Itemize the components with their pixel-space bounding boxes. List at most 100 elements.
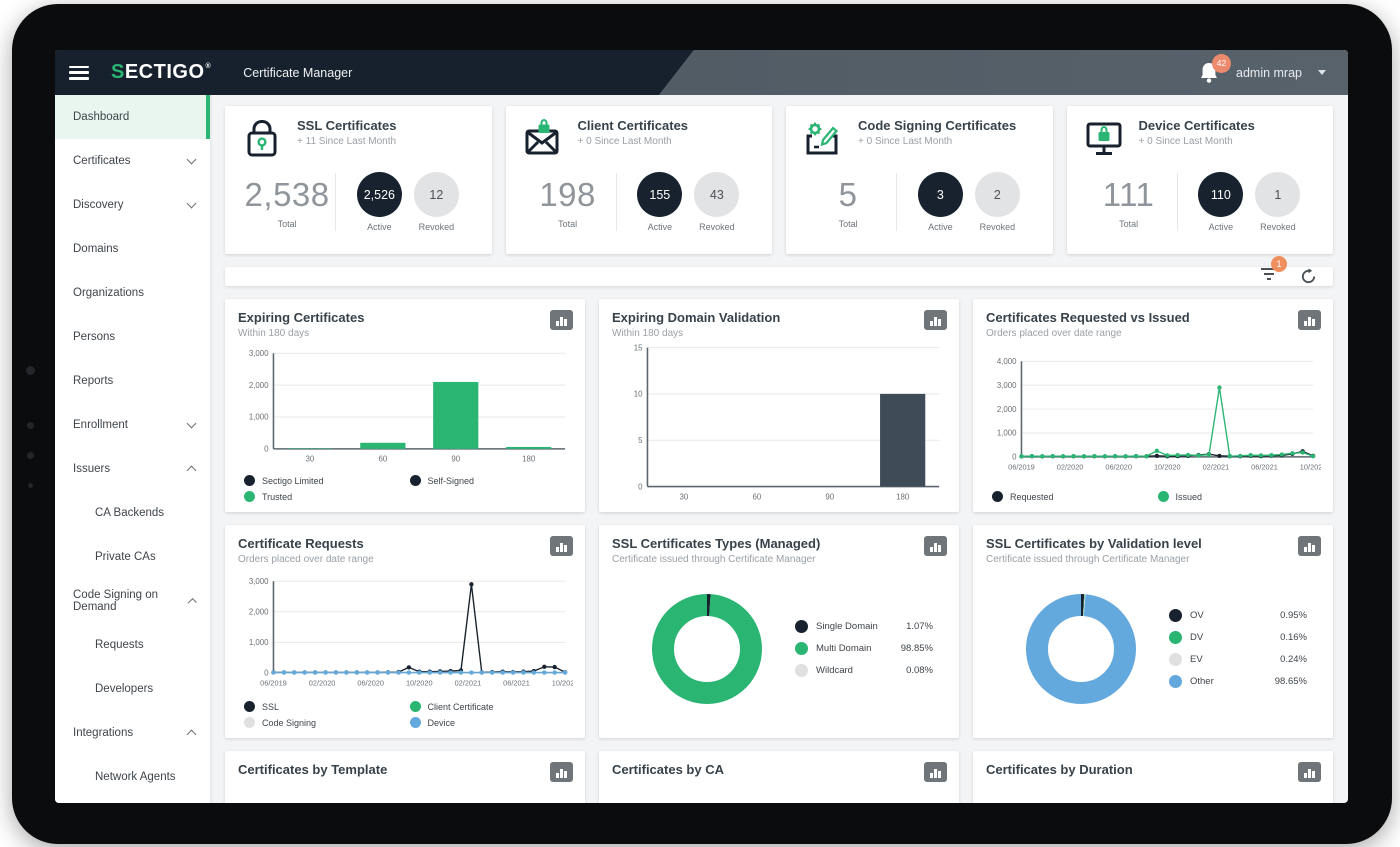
sidebar-item-ca-backends[interactable]: CA Backends: [55, 491, 210, 535]
sidebar-item-label: Discovery: [73, 199, 124, 211]
notifications-button[interactable]: 42: [1198, 53, 1231, 85]
legend-item: Multi Domain 98.85%: [795, 638, 933, 660]
svg-text:15: 15: [634, 343, 643, 352]
sidebar-item-label: Network Agents: [95, 771, 176, 783]
sidebar-item-reports[interactable]: Reports: [55, 359, 210, 403]
chart-card-ssl-types: SSL Certificates Types (Managed) Certifi…: [599, 525, 959, 738]
legend-dot: [244, 701, 255, 712]
sidebar-item-requests[interactable]: Requests: [55, 623, 210, 667]
svg-text:10/2020: 10/2020: [406, 679, 433, 688]
legend-label: Wildcard: [816, 665, 853, 676]
filter-button[interactable]: 1: [1260, 256, 1287, 286]
donut-legend: Single Domain 1.07% Multi Domain 98.85% Wild…: [795, 616, 933, 682]
bar-chart-icon[interactable]: [550, 762, 573, 782]
stat-card-title: Device Certificates: [1138, 118, 1255, 133]
legend-item: Trusted: [244, 491, 404, 502]
user-menu[interactable]: admin mrap: [1236, 66, 1302, 80]
sidebar-item-persons[interactable]: Persons: [55, 315, 210, 359]
chart-title: Certificate Requests: [238, 536, 364, 551]
total-count: 111: [1102, 175, 1155, 213]
chart-subtitle: Certificate issued through Certificate M…: [612, 554, 816, 565]
svg-text:0: 0: [638, 482, 643, 491]
legend-dot: [1169, 631, 1182, 644]
chevron-down-icon[interactable]: [1318, 70, 1326, 75]
sidebar-item-label: Requests: [95, 639, 144, 651]
sidebar-item-network-agents[interactable]: Network Agents: [55, 755, 210, 799]
sidebar-item-developers[interactable]: Developers: [55, 667, 210, 711]
sidebar-item-issuers[interactable]: Issuers: [55, 447, 210, 491]
bar-chart-icon[interactable]: [924, 536, 947, 556]
sidebar-item-label: Domains: [73, 243, 119, 255]
legend-dot: [1169, 675, 1182, 688]
svg-text:60: 60: [752, 492, 761, 501]
sidebar-item-integrations[interactable]: Integrations: [55, 711, 210, 755]
sidebar-item-label: Developers: [95, 683, 154, 695]
stat-card-client-certificates[interactable]: Client Certificates + 0 Since Last Month…: [505, 106, 772, 254]
revoked-label: Revoked: [979, 222, 1016, 232]
stat-card-code-signing-certificates[interactable]: Code Signing Certificates + 0 Since Last…: [786, 106, 1053, 254]
legend-item: Client Certificate: [409, 701, 570, 712]
legend-item: Requested: [992, 491, 1152, 502]
chart-title: SSL Certificates Types (Managed): [612, 536, 821, 551]
legend-dot: [1157, 491, 1169, 502]
bar-chart-icon[interactable]: [1298, 762, 1321, 782]
svg-text:10/2020: 10/2020: [1154, 463, 1181, 472]
active-count-badge: 3: [917, 172, 963, 217]
svg-text:02/2021: 02/2021: [1203, 463, 1230, 472]
chart-legend: Requested Issued: [986, 488, 1321, 504]
legend-item: Code Signing: [244, 717, 404, 728]
legend-item: OV 0.95%: [1169, 605, 1307, 627]
legend-dot: [244, 475, 255, 486]
svg-text:0: 0: [264, 669, 269, 678]
sidebar-item-discovery[interactable]: Discovery: [55, 183, 210, 227]
stat-card-ssl-certificates[interactable]: SSL Certificates + 11 Since Last Month 2…: [225, 106, 492, 254]
svg-text:60: 60: [378, 455, 387, 464]
refresh-button[interactable]: [1300, 268, 1317, 285]
bar-chart-icon[interactable]: [1298, 310, 1321, 330]
sidebar-item-dashboard[interactable]: Dashboard: [55, 95, 210, 139]
svg-text:06/2019: 06/2019: [260, 679, 287, 688]
total-label: Total: [558, 218, 578, 229]
active-label: Active: [367, 222, 392, 232]
active-label: Active: [928, 222, 953, 232]
legend-item: Sectigo Limited: [244, 475, 404, 486]
svg-text:10/2021: 10/2021: [552, 679, 573, 688]
bar-chart-icon[interactable]: [1298, 536, 1321, 556]
chart-card-expiring-domain-validation: Expiring Domain Validation Within 180 da…: [599, 299, 959, 512]
legend-item: SSL: [244, 701, 404, 712]
bar-chart-icon[interactable]: [550, 310, 573, 330]
chart-title: Expiring Certificates: [238, 310, 365, 325]
legend-label: SSL: [262, 701, 280, 712]
legend-percent: 1.07%: [906, 621, 933, 632]
sidebar-item-organizations[interactable]: Organizations: [55, 271, 210, 315]
legend-dot: [244, 717, 255, 728]
chevron-down-icon: [186, 198, 197, 209]
sidebar-item-domains[interactable]: Domains: [55, 227, 210, 271]
chart-legend: Sectigo Limited Self-Signed Trusted: [238, 472, 573, 504]
sidebar-item-label: Private CAs: [95, 551, 156, 563]
sidebar-item-enrollment[interactable]: Enrollment: [55, 403, 210, 447]
bar-chart-icon[interactable]: [924, 310, 947, 330]
bar-chart-icon[interactable]: [924, 762, 947, 782]
revoked-count-badge: 1: [1255, 172, 1301, 217]
legend-label: Code Signing: [262, 717, 317, 728]
bar-chart-icon[interactable]: [550, 536, 573, 556]
legend-item: EV 0.24%: [1169, 649, 1307, 671]
revoked-count-badge: 2: [974, 172, 1020, 217]
sidebar-item-code-signing-on-demand[interactable]: Code Signing on Demand: [55, 579, 210, 623]
stat-card-device-certificates[interactable]: Device Certificates + 0 Since Last Month…: [1066, 106, 1333, 254]
active-count-badge: 2,526: [356, 172, 402, 217]
chart-title: Certificates by Template: [238, 762, 388, 777]
sidebar-item-private-cas[interactable]: Private CAs: [55, 535, 210, 579]
filter-strip: 1: [225, 256, 1333, 286]
chart-title: Certificates by CA: [612, 762, 724, 777]
stat-card-subtitle: + 0 Since Last Month: [858, 136, 953, 147]
sidebar-item-certificates[interactable]: Certificates: [55, 139, 210, 183]
legend-item: Single Domain 1.07%: [795, 616, 933, 638]
legend-percent: 0.95%: [1280, 610, 1307, 621]
charts-row-2: Certificate Requests Orders placed over …: [225, 525, 1333, 738]
menu-hamburger-icon[interactable]: [69, 65, 89, 80]
svg-text:06/2020: 06/2020: [1105, 463, 1132, 472]
svg-text:1,000: 1,000: [997, 429, 1017, 438]
app-window: S ECTIGO ® Certificate Manager 42 admin mr…: [55, 50, 1348, 803]
